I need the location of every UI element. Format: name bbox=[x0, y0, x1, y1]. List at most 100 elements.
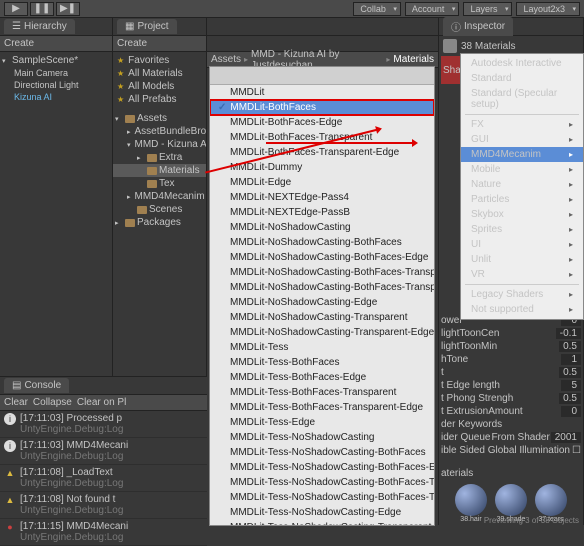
prop-value[interactable]: 1 bbox=[561, 354, 581, 365]
pause-button[interactable]: ❚❚ bbox=[30, 2, 54, 16]
shader-option[interactable]: MMDLit-BothFaces-Edge bbox=[210, 115, 434, 130]
console-log-row[interactable]: i[17:11:03] Processed pUntyEngine.Debug:… bbox=[0, 411, 207, 438]
console-log-row[interactable]: ●[17:11:15] MMD4MecaniUntyEngine.Debug:L… bbox=[0, 519, 207, 546]
shader-option[interactable]: MMDLit-NoShadowCasting-Transparent-Edge bbox=[210, 325, 434, 340]
shader-option[interactable]: MMDLit-Tess-NoShadowCasting-BothFaces-Ed… bbox=[210, 460, 434, 475]
shader-category[interactable]: Standard (Specular setup) bbox=[461, 86, 583, 112]
inspector-tab[interactable]: ⓘInspector bbox=[443, 17, 513, 36]
asset-folder[interactable]: Scenes bbox=[113, 203, 206, 216]
dsgi-row[interactable]: ible Sided Global Illumination☐ bbox=[441, 444, 581, 457]
prop-value[interactable]: -0.1 bbox=[556, 328, 581, 339]
shader-category[interactable]: FX▸ bbox=[461, 117, 583, 132]
asset-folder[interactable]: ▸MMD4Mecanim bbox=[113, 190, 206, 203]
prop-value[interactable]: 0.5 bbox=[559, 367, 581, 378]
shader-option[interactable]: MMDLit-Tess-NoShadowCasting-Edge bbox=[210, 505, 434, 520]
fav-item[interactable]: ★All Materials bbox=[113, 67, 206, 80]
create-dropdown[interactable]: Create bbox=[4, 38, 34, 49]
collab-dropdown[interactable]: Collab bbox=[353, 2, 401, 16]
shader-option[interactable]: MMDLit-Tess-BothFaces bbox=[210, 355, 434, 370]
shader-category[interactable]: Sprites▸ bbox=[461, 222, 583, 237]
shader-option[interactable]: MMDLit-Tess-Edge bbox=[210, 415, 434, 430]
shader-option[interactable]: MMDLit-NoShadowCasting-BothFaces-Transpa… bbox=[210, 280, 434, 295]
shader-option[interactable]: MMDLit-NoShadowCasting-Edge bbox=[210, 295, 434, 310]
console-log-row[interactable]: i[17:11:03] MMD4MecaniUntyEngine.Debug:L… bbox=[0, 438, 207, 465]
breadcrumb-item[interactable]: Materials bbox=[393, 54, 434, 65]
prop-value[interactable]: 0 bbox=[561, 406, 581, 417]
shader-option[interactable]: MMDLit-NoShadowCasting-BothFaces bbox=[210, 235, 434, 250]
shader-category[interactable]: VR▸ bbox=[461, 267, 583, 282]
shader-option[interactable]: MMDLit-Tess-NoShadowCasting-BothFaces bbox=[210, 445, 434, 460]
play-button[interactable]: ▶ bbox=[4, 2, 28, 16]
clear-on-play[interactable]: Clear on Pl bbox=[77, 397, 126, 408]
shader-option[interactable]: MMDLit-NoShadowCasting-Transparent bbox=[210, 310, 434, 325]
layout-dropdown[interactable]: Layout2x3 bbox=[516, 2, 580, 16]
shader-option[interactable]: MMDLit-Tess-NoShadowCasting-BothFaces-Tr… bbox=[210, 490, 434, 505]
prop-value[interactable]: 5 bbox=[561, 380, 581, 391]
account-dropdown[interactable]: Account bbox=[405, 2, 460, 16]
shader-option[interactable]: MMDLit-Tess-NoShadowCasting-BothFaces-Tr… bbox=[210, 475, 434, 490]
shader-category[interactable]: Autodesk Interactive bbox=[461, 56, 583, 71]
assets-header[interactable]: ▾Assets bbox=[113, 112, 206, 125]
collapse-button[interactable]: Collapse bbox=[33, 397, 72, 408]
create-dropdown[interactable]: Create bbox=[117, 38, 147, 49]
shader-category[interactable]: MMD4Mecanim▸ bbox=[461, 147, 583, 162]
shader-category[interactable]: Skybox▸ bbox=[461, 207, 583, 222]
shader-category[interactable]: UI▸ bbox=[461, 237, 583, 252]
prop-value[interactable]: 0.5 bbox=[559, 341, 581, 352]
queue-value[interactable]: 2001 bbox=[551, 432, 581, 443]
shader-category[interactable]: Particles▸ bbox=[461, 192, 583, 207]
shader-option[interactable]: MMDLit-Edge bbox=[210, 175, 434, 190]
shader-search[interactable] bbox=[210, 67, 434, 85]
shader-option[interactable]: MMDLit-BothFaces-Transparent-Edge bbox=[210, 145, 434, 160]
material-preview[interactable] bbox=[495, 484, 527, 516]
hierarchy-item[interactable]: Directional Light bbox=[0, 79, 112, 91]
shader-option[interactable]: MMDLit bbox=[210, 85, 434, 100]
shader-option[interactable]: MMDLit-NoShadowCasting-BothFaces-Transpa… bbox=[210, 265, 434, 280]
shader-option[interactable]: MMDLit-Tess-NoShadowCasting-Transparent bbox=[210, 520, 434, 526]
shader-option[interactable]: MMDLit-NoShadowCasting bbox=[210, 220, 434, 235]
shader-category[interactable]: Mobile▸ bbox=[461, 162, 583, 177]
console-log-row[interactable]: ▲[17:11:08] Not found tUntyEngine.Debug:… bbox=[0, 492, 207, 519]
project-tab[interactable]: ▦Project bbox=[117, 19, 177, 34]
asset-folder[interactable]: Tex bbox=[113, 177, 206, 190]
asset-folder[interactable]: ▸AssetBundleBrowser bbox=[113, 125, 206, 138]
hierarchy-item[interactable]: Kizuna AI bbox=[0, 91, 112, 103]
shader-category[interactable]: GUI▸ bbox=[461, 132, 583, 147]
step-button[interactable]: ▶❚ bbox=[56, 2, 80, 16]
shader-category[interactable]: Nature▸ bbox=[461, 177, 583, 192]
shader-category[interactable]: Not supported▸ bbox=[461, 302, 583, 317]
shader-option[interactable]: MMDLit-Tess-BothFaces-Transparent-Edge bbox=[210, 400, 434, 415]
chevron-right-icon: ▸ bbox=[569, 180, 573, 189]
hierarchy-tab[interactable]: ☰Hierarchy bbox=[4, 19, 75, 34]
shader-option[interactable]: MMDLit-NoShadowCasting-BothFaces-Edge bbox=[210, 250, 434, 265]
shader-option[interactable]: MMDLit-Tess-BothFaces-Transparent bbox=[210, 385, 434, 400]
shader-option[interactable]: MMDLit-NEXTEdge-Pass4 bbox=[210, 190, 434, 205]
fav-item[interactable]: ★All Prefabs bbox=[113, 93, 206, 106]
layers-dropdown[interactable]: Layers bbox=[463, 2, 512, 16]
hierarchy-item[interactable]: Main Camera bbox=[0, 67, 112, 79]
console-log-row[interactable]: ▲[17:11:08] _LoadTextUntyEngine.Debug:Lo… bbox=[0, 465, 207, 492]
material-preview[interactable] bbox=[535, 484, 567, 516]
clear-button[interactable]: Clear bbox=[4, 397, 28, 408]
prop-label: t Phong Strengh bbox=[441, 393, 513, 404]
shader-category[interactable]: Unlit▸ bbox=[461, 252, 583, 267]
shader-option[interactable]: MMDLit-Tess-NoShadowCasting bbox=[210, 430, 434, 445]
asset-folder[interactable]: ▸Extra bbox=[113, 151, 206, 164]
prop-value[interactable]: 0.5 bbox=[559, 393, 581, 404]
asset-folder-selected[interactable]: Materials bbox=[113, 164, 206, 177]
asset-folder[interactable]: ▾MMD - Kizuna AI by bbox=[113, 138, 206, 151]
shader-category[interactable]: Legacy Shaders▸ bbox=[461, 287, 583, 302]
property-row: t Phong Strengh 0.5 bbox=[441, 392, 581, 405]
shader-option[interactable]: MMDLit-BothFaces bbox=[210, 100, 434, 115]
material-preview[interactable] bbox=[455, 484, 487, 516]
shader-category[interactable]: Standard bbox=[461, 71, 583, 86]
chevron-right-icon: ▸ bbox=[569, 225, 573, 234]
fav-item[interactable]: ★All Models bbox=[113, 80, 206, 93]
breadcrumb-item[interactable]: Assets bbox=[211, 54, 241, 65]
shader-option[interactable]: MMDLit-NEXTEdge-PassB bbox=[210, 205, 434, 220]
packages-header[interactable]: ▸Packages bbox=[113, 216, 206, 229]
shader-option[interactable]: MMDLit-Tess-BothFaces-Edge bbox=[210, 370, 434, 385]
console-tab[interactable]: ▤Console bbox=[4, 378, 69, 393]
shader-option[interactable]: MMDLit-Tess bbox=[210, 340, 434, 355]
scene-item[interactable]: ▾SampleScene* bbox=[0, 54, 112, 67]
